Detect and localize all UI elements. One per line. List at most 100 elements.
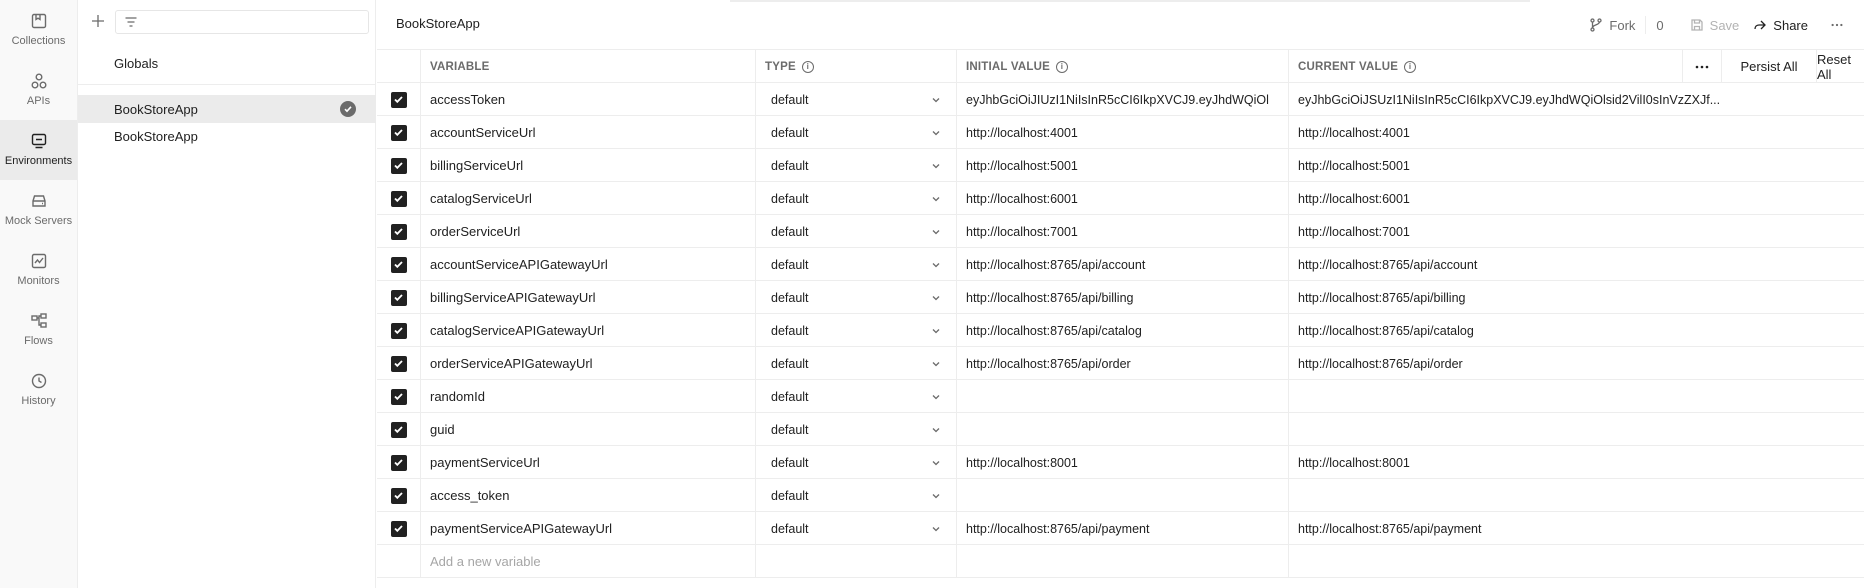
enabled-checkbox[interactable] <box>390 190 407 207</box>
type-select[interactable]: default <box>765 319 945 343</box>
current-value-cell[interactable]: http://localhost:8765/api/catalog <box>1289 314 1864 347</box>
enabled-checkbox[interactable] <box>390 421 407 438</box>
initial-value-cell[interactable]: http://localhost:8765/api/catalog <box>957 314 1289 347</box>
enabled-checkbox[interactable] <box>390 91 407 108</box>
current-value-cell[interactable]: eyJhbGciOiJSUzI1NiIsInR5cCI6IkpXVCJ9.eyJ… <box>1289 83 1864 116</box>
variable-name-cell[interactable]: billingServiceAPIGatewayUrl <box>421 281 756 314</box>
type-select[interactable]: default <box>765 352 945 376</box>
type-select[interactable]: default <box>765 88 945 112</box>
type-select[interactable]: default <box>765 253 945 277</box>
environment-filter[interactable] <box>115 10 369 34</box>
initial-value-cell[interactable]: http://localhost:8765/api/order <box>957 347 1289 380</box>
active-environment-check-icon[interactable] <box>340 101 356 117</box>
type-select[interactable]: default <box>765 220 945 244</box>
variable-name-cell[interactable]: catalogServiceAPIGatewayUrl <box>421 314 756 347</box>
empty-cell <box>377 545 421 578</box>
save-button[interactable]: Save <box>1690 13 1739 37</box>
type-select[interactable]: default <box>765 121 945 145</box>
initial-value-cell[interactable] <box>957 479 1289 512</box>
fork-button[interactable]: Fork 0 <box>1589 13 1664 37</box>
initial-value-cell[interactable]: http://localhost:8765/api/billing <box>957 281 1289 314</box>
variable-name-cell[interactable]: accountServiceUrl <box>421 116 756 149</box>
variable-name-cell[interactable]: paymentServiceAPIGatewayUrl <box>421 512 756 545</box>
variable-name-cell[interactable]: accessToken <box>421 83 756 116</box>
current-value-cell[interactable]: http://localhost:8765/api/payment <box>1289 512 1864 545</box>
plus-icon <box>92 15 104 27</box>
current-value-cell[interactable]: http://localhost:5001 <box>1289 149 1864 182</box>
environment-item[interactable]: BookStoreApp <box>78 122 376 150</box>
enabled-checkbox[interactable] <box>390 355 407 372</box>
enabled-checkbox[interactable] <box>390 454 407 471</box>
current-value-cell[interactable]: http://localhost:6001 <box>1289 182 1864 215</box>
rail-item-history[interactable]: History <box>0 360 77 420</box>
variable-name-cell[interactable]: catalogServiceUrl <box>421 182 756 215</box>
current-value-cell[interactable]: http://localhost:8001 <box>1289 446 1864 479</box>
enabled-checkbox[interactable] <box>390 157 407 174</box>
current-value-cell[interactable]: http://localhost:8765/api/account <box>1289 248 1864 281</box>
initial-value-cell[interactable]: http://localhost:8001 <box>957 446 1289 479</box>
variable-name: randomId <box>430 389 485 404</box>
variable-name-cell[interactable]: billingServiceUrl <box>421 149 756 182</box>
rail-item-collections[interactable]: Collections <box>0 0 77 60</box>
info-icon[interactable]: i <box>1404 60 1417 73</box>
reset-all-button[interactable]: Reset All <box>1817 50 1864 83</box>
add-variable-input[interactable]: Add a new variable <box>421 545 756 578</box>
current-value-cell[interactable]: http://localhost:7001 <box>1289 215 1864 248</box>
initial-value-cell[interactable]: http://localhost:7001 <box>957 215 1289 248</box>
info-icon[interactable]: i <box>1055 60 1068 73</box>
variable-name-cell[interactable]: guid <box>421 413 756 446</box>
enabled-checkbox[interactable] <box>390 289 407 306</box>
info-icon[interactable]: i <box>801 60 814 73</box>
type-select[interactable]: default <box>765 154 945 178</box>
rail-item-environments[interactable]: Environments <box>0 120 77 180</box>
more-actions-button[interactable] <box>1830 13 1850 37</box>
initial-value-cell[interactable]: http://localhost:4001 <box>957 116 1289 149</box>
variable-name-cell[interactable]: orderServiceAPIGatewayUrl <box>421 347 756 380</box>
rail-item-monitors[interactable]: Monitors <box>0 240 77 300</box>
rail-item-mock-servers[interactable]: Mock Servers <box>0 180 77 240</box>
enabled-checkbox[interactable] <box>390 124 407 141</box>
rail-item-flows[interactable]: Flows <box>0 300 77 360</box>
initial-value-cell[interactable] <box>957 380 1289 413</box>
type-select[interactable]: default <box>765 418 945 442</box>
share-button[interactable]: Share <box>1753 13 1808 37</box>
current-value-cell[interactable]: http://localhost:4001 <box>1289 116 1864 149</box>
persist-all-button[interactable]: Persist All <box>1722 50 1817 83</box>
globals-item[interactable]: Globals <box>78 48 376 78</box>
enabled-checkbox[interactable] <box>390 256 407 273</box>
type-select[interactable]: default <box>765 484 945 508</box>
initial-value-cell[interactable]: http://localhost:5001 <box>957 149 1289 182</box>
current-value-cell[interactable] <box>1289 413 1864 446</box>
variable-name-cell[interactable]: access_token <box>421 479 756 512</box>
enabled-checkbox[interactable] <box>390 223 407 240</box>
initial-value-cell[interactable]: eyJhbGciOiJIUzI1NiIsInR5cCI6IkpXVCJ9.eyJ… <box>957 83 1289 116</box>
add-environment-button[interactable] <box>86 8 110 34</box>
environment-search-input[interactable] <box>146 15 368 29</box>
enabled-checkbox[interactable] <box>390 322 407 339</box>
variable-name-cell[interactable]: orderServiceUrl <box>421 215 756 248</box>
type-select[interactable]: default <box>765 187 945 211</box>
enabled-checkbox[interactable] <box>390 520 407 537</box>
variable-name: accountServiceUrl <box>430 125 536 140</box>
enabled-checkbox[interactable] <box>390 388 407 405</box>
initial-value-cell[interactable] <box>957 413 1289 446</box>
type-select[interactable]: default <box>765 286 945 310</box>
type-select[interactable]: default <box>765 451 945 475</box>
initial-value-cell[interactable]: http://localhost:8765/api/payment <box>957 512 1289 545</box>
initial-value-cell[interactable]: http://localhost:8765/api/account <box>957 248 1289 281</box>
variable-name-cell[interactable]: accountServiceAPIGatewayUrl <box>421 248 756 281</box>
current-value-cell[interactable]: http://localhost:8765/api/billing <box>1289 281 1864 314</box>
table-more-button[interactable] <box>1683 50 1722 83</box>
table-row: orderServiceAPIGatewayUrl default http:/… <box>377 347 1864 380</box>
type-select[interactable]: default <box>765 385 945 409</box>
initial-value-cell[interactable]: http://localhost:6001 <box>957 182 1289 215</box>
environment-item[interactable]: BookStoreApp <box>78 95 376 123</box>
variable-name-cell[interactable]: randomId <box>421 380 756 413</box>
current-value-cell[interactable] <box>1289 479 1864 512</box>
enabled-checkbox[interactable] <box>390 487 407 504</box>
variable-name-cell[interactable]: paymentServiceUrl <box>421 446 756 479</box>
type-select[interactable]: default <box>765 517 945 541</box>
rail-item-apis[interactable]: APIs <box>0 60 77 120</box>
current-value-cell[interactable] <box>1289 380 1864 413</box>
current-value-cell[interactable]: http://localhost:8765/api/order <box>1289 347 1864 380</box>
